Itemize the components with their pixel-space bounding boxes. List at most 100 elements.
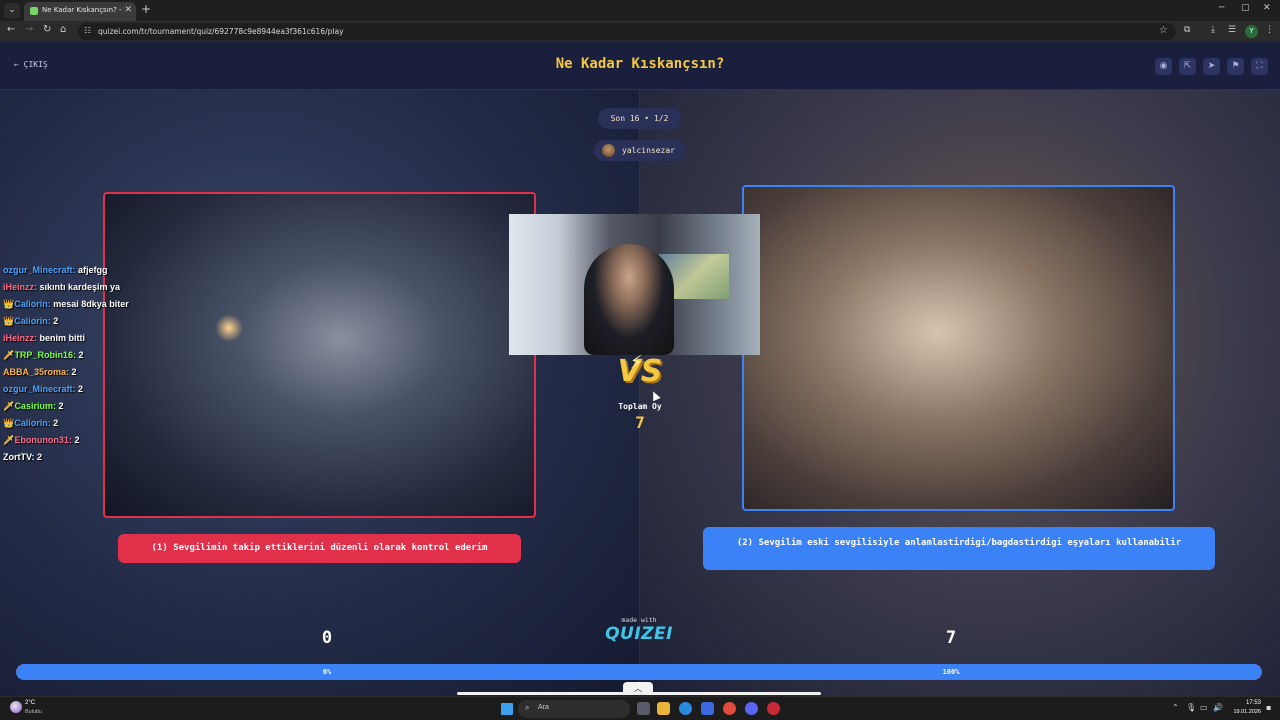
exit-button[interactable]: ← ÇIKIŞ [14, 60, 48, 69]
chat-username: Caliorin: [14, 418, 51, 428]
search-icon: ⌕ [525, 703, 530, 712]
tab-list-button[interactable]: ⌄ [4, 3, 20, 18]
chat-message: 🗡Ebonunon31: 2 [3, 434, 203, 451]
app-icon[interactable] [767, 702, 780, 715]
center-divider [639, 90, 640, 696]
favicon-icon [30, 7, 38, 15]
chat-text: 2 [71, 435, 80, 445]
eye-icon[interactable]: ◉ [1155, 58, 1172, 75]
chat-badge-icon: 🗡 [3, 401, 15, 411]
new-tab-button[interactable]: + [141, 2, 151, 16]
made-with-label: made with [621, 616, 657, 624]
network-icon[interactable]: ▭ [1200, 703, 1208, 712]
close-window-button[interactable]: ✕ [1263, 3, 1271, 13]
chevron-up-icon[interactable]: ︿ [623, 682, 653, 695]
avatar [602, 144, 615, 157]
file-explorer-icon[interactable] [657, 702, 670, 715]
chat-message: ABBA_35roma: 2 [3, 366, 203, 383]
discord-icon[interactable] [745, 702, 758, 715]
chat-badge-icon: 🗡 [3, 435, 15, 445]
round-badge: Son 16 • 1/2 [598, 108, 681, 129]
chat-message: ozgur_Minecraft: afjefgg [3, 264, 203, 281]
chat-message: ZortTV: 2 [3, 451, 203, 468]
maximize-button[interactable]: ▢ [1241, 3, 1250, 13]
vote-progress-fill [16, 664, 1262, 680]
chat-text: 2 [69, 367, 77, 377]
chat-badge-icon: 👑 [3, 316, 15, 326]
chat-message: 🗡TRP_Robin16: 2 [3, 349, 203, 366]
browser-tab[interactable]: Ne Kadar Kıskançsın? - Tier Lis ✕ [24, 2, 136, 21]
chat-text: 2 [75, 350, 84, 360]
search-placeholder: Ara [538, 704, 549, 711]
weather-desc: Bulutlu [25, 709, 42, 715]
home-icon[interactable]: ⌂ [60, 24, 66, 35]
minimize-button[interactable]: ─ [1219, 3, 1224, 13]
taskbar-search[interactable]: ⌕ Ara [518, 700, 630, 718]
chat-text: 2 [50, 418, 59, 428]
notification-icon[interactable]: ▪ [1266, 703, 1271, 712]
chat-message: 🗡Casirium: 2 [3, 400, 203, 417]
site-info-icon[interactable]: ☷ [84, 26, 91, 35]
profile-menu-icon[interactable]: ☰ [1228, 25, 1236, 35]
right-percent: 100% [942, 668, 960, 676]
tab-title: Ne Kadar Kıskançsın? - Tier Lis [42, 6, 124, 14]
chat-message: iHeinzz: benim bitti [3, 332, 203, 349]
edge-icon[interactable] [679, 702, 692, 715]
option-right-image[interactable] [742, 185, 1175, 511]
clock-date[interactable]: 19.01.2026 [1227, 709, 1261, 715]
quizei-logo[interactable]: QUIZEI [600, 624, 678, 644]
chat-message: 👑Caliorin: 2 [3, 417, 203, 434]
chat-text: 2 [50, 316, 59, 326]
page-header: ← ÇIKIŞ Ne Kadar Kıskançsın? ◉ ⇱ ➤ ⚑ ⛶ [0, 42, 1280, 90]
chat-username: iHeinzz: [3, 282, 38, 292]
chat-text: 2 [75, 384, 84, 394]
address-bar-row: ← → ↻ ⌂ ☷ quizei.com/tr/tournament/quiz/… [0, 21, 1280, 42]
url-text: quizei.com/tr/tournament/quiz/692778c9e8… [98, 27, 344, 36]
chat-username: Caliorin: [14, 316, 51, 326]
weather-temp: 2°C [25, 700, 36, 706]
chat-message: 👑Caliorin: mesai 8dkya biter [3, 298, 203, 315]
tray-chevron-icon[interactable]: ⌃ [1172, 703, 1179, 712]
right-vote-count: 7 [945, 628, 957, 648]
total-votes-value: 7 [635, 413, 645, 432]
back-icon[interactable]: ← [7, 24, 15, 35]
url-field[interactable]: ☷ quizei.com/tr/tournament/quiz/692778c9… [78, 23, 1176, 40]
share-icon[interactable]: ⇱ [1179, 58, 1196, 75]
store-icon[interactable] [701, 702, 714, 715]
task-view-icon[interactable] [637, 702, 650, 715]
vote-progress-bar [16, 664, 1262, 680]
quiz-page: ← ÇIKIŞ Ne Kadar Kıskançsın? ◉ ⇱ ➤ ⚑ ⛶ S… [0, 42, 1280, 696]
flag-icon[interactable]: ⚑ [1227, 58, 1244, 75]
webcam-overlay [509, 214, 760, 355]
chat-username: Ebonunon31: [14, 435, 72, 445]
option-right-button[interactable]: (2) Sevgilim eski sevgilisiyle anlamlast… [703, 527, 1215, 570]
microphone-icon[interactable]: 🎙 [1186, 703, 1196, 712]
chat-text: afjefgg [75, 265, 108, 275]
browser-menu-icon[interactable]: ⋮ [1265, 25, 1274, 35]
reload-icon[interactable]: ↻ [43, 24, 51, 35]
send-icon[interactable]: ➤ [1203, 58, 1220, 75]
chat-username: Caliorin: [14, 299, 51, 309]
volume-icon[interactable]: 🔊 [1213, 703, 1223, 712]
chat-message: iHeinzz: sıkıntı kardeşim ya [3, 281, 203, 298]
weather-icon[interactable] [10, 701, 22, 713]
option-left-button[interactable]: (1) Sevgilimin takip ettiklerini düzenli… [118, 534, 521, 563]
chat-text: benim bitti [37, 333, 86, 343]
start-button[interactable] [501, 703, 513, 715]
extensions-icon[interactable]: ⧉ [1184, 25, 1190, 35]
clock-time[interactable]: 17:53 [1227, 700, 1261, 706]
profile-avatar[interactable]: Y [1245, 25, 1258, 38]
chat-message: 👑Caliorin: 2 [3, 315, 203, 332]
chat-badge-icon: 🗡 [3, 350, 15, 360]
fullscreen-icon[interactable]: ⛶ [1251, 58, 1268, 75]
chat-username: Casirium: [14, 401, 56, 411]
bookmark-star-icon[interactable]: ☆ [1159, 25, 1168, 36]
close-tab-icon[interactable]: ✕ [124, 5, 132, 15]
chat-username: ozgur_Minecraft: [3, 265, 76, 275]
user-badge[interactable]: yalcinsezar [594, 140, 685, 161]
chat-badge-icon: 👑 [3, 299, 15, 309]
chat-username: ZortTV: [3, 452, 35, 462]
downloads-icon[interactable]: ⤓ [1211, 25, 1215, 35]
chrome-icon[interactable] [723, 702, 736, 715]
forward-icon[interactable]: → [25, 24, 33, 35]
